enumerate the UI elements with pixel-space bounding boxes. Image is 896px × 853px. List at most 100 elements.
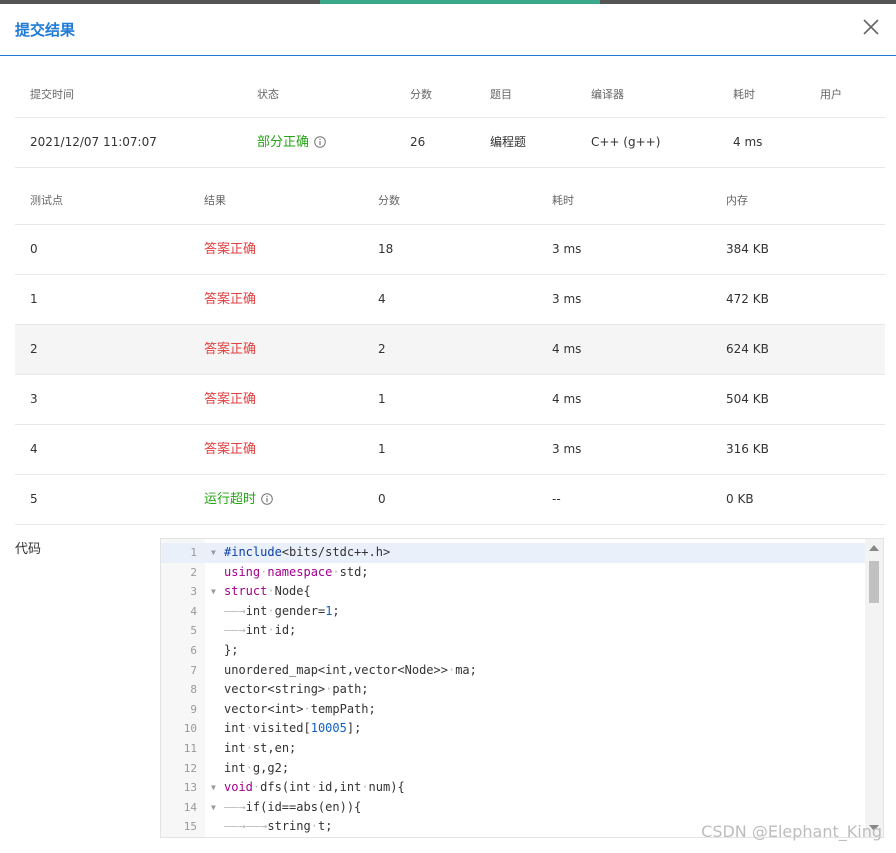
- test-score: 0: [378, 492, 386, 506]
- code-line: 13 ▼ void·dfs(int·id,int·num){: [161, 778, 865, 798]
- code-editor[interactable]: 1 ▼ #include<bits/stdc++.h> 2 using·namespac…: [160, 538, 884, 838]
- code-line: 3 ▼ struct·Node{: [161, 582, 865, 602]
- code-text: };: [224, 642, 239, 657]
- test-memory: 472 KB: [726, 292, 769, 306]
- line-number: 11: [183, 741, 197, 755]
- test-id: 1: [30, 292, 38, 306]
- fold-arrow-icon[interactable]: ▼: [211, 582, 216, 602]
- line-number: 10: [183, 722, 197, 736]
- test-result-timeout[interactable]: 运行超时: [204, 475, 273, 524]
- test-memory: 316 KB: [726, 442, 769, 456]
- line-number: 5: [190, 624, 197, 638]
- line-number: 14: [183, 800, 197, 814]
- line-number: 1: [190, 546, 197, 559]
- editor-scrollbar[interactable]: [865, 539, 883, 837]
- header-result: 结果: [204, 194, 226, 207]
- test-id: 5: [30, 492, 38, 506]
- close-icon[interactable]: [862, 18, 880, 36]
- test-time: 3 ms: [552, 442, 582, 456]
- summary-table: 提交时间 状态 分数 题目 编译器 耗时 用户 2021/12/07 11:07…: [15, 70, 885, 168]
- test-id: 4: [30, 442, 38, 456]
- test-row: 5 运行超时 0 -- 0 KB: [15, 475, 885, 525]
- code-lines: 1 ▼ #include<bits/stdc++.h> 2 using·namespac…: [161, 543, 865, 837]
- status-partial[interactable]: 部分正确: [257, 118, 326, 167]
- header-test-time: 耗时: [552, 194, 574, 207]
- test-memory: 624 KB: [726, 342, 769, 356]
- test-result: 运行超时: [204, 492, 257, 507]
- fold-arrow-icon[interactable]: ▼: [211, 543, 216, 563]
- code-line: 8 vector<string>·path;: [161, 680, 865, 700]
- test-time: 4 ms: [552, 342, 582, 356]
- header-memory: 内存: [726, 194, 748, 207]
- summary-header-row: 提交时间 状态 分数 题目 编译器 耗时 用户: [15, 70, 885, 118]
- code-line: 9 vector<int>·tempPath;: [161, 700, 865, 720]
- line-number: 9: [190, 702, 197, 716]
- header-test-score: 分数: [378, 194, 400, 207]
- header-user: 用户: [820, 88, 842, 101]
- summary-duration: 4 ms: [733, 135, 763, 149]
- code-line: 5 ——→int·id;: [161, 621, 865, 641]
- code-text: void·dfs(int·id,int·num){: [224, 780, 405, 795]
- test-time: 4 ms: [552, 392, 582, 406]
- code-text: unordered_map<int,vector<Node>>·ma;: [224, 662, 477, 677]
- header-score: 分数: [410, 88, 432, 101]
- line-number: 13: [183, 781, 197, 795]
- header-problem: 题目: [490, 88, 512, 101]
- test-id: 0: [30, 242, 38, 256]
- test-row: 3 答案正确 1 4 ms 504 KB: [15, 375, 885, 425]
- test-row: 1 答案正确 4 3 ms 472 KB: [15, 275, 885, 325]
- summary-problem[interactable]: 编程题: [490, 118, 526, 167]
- test-score: 1: [378, 442, 386, 456]
- scrollbar-thumb[interactable]: [869, 561, 879, 603]
- code-line: 6};: [161, 641, 865, 661]
- test-memory: 384 KB: [726, 242, 769, 256]
- code-text: vector<int>·tempPath;: [224, 701, 376, 716]
- code-text: struct·Node{: [224, 584, 311, 599]
- header-status: 状态: [257, 88, 279, 101]
- line-number: 6: [190, 643, 197, 657]
- code-line: 11 int·st,en;: [161, 739, 865, 759]
- info-icon[interactable]: [261, 493, 273, 505]
- line-number: 7: [190, 663, 197, 677]
- test-score: 1: [378, 392, 386, 406]
- code-text: ——→if(id==abs(en)){: [224, 799, 362, 814]
- code-text: vector<string>·path;: [224, 682, 369, 697]
- code-text: ——→——→string·t;: [224, 819, 333, 834]
- test-memory: 504 KB: [726, 392, 769, 406]
- code-line: 10 int·visited[10005];: [161, 719, 865, 739]
- info-icon[interactable]: [314, 136, 326, 148]
- test-result: 答案正确: [204, 392, 257, 407]
- scroll-up-icon[interactable]: [869, 545, 879, 551]
- fold-arrow-icon[interactable]: ▼: [211, 798, 216, 818]
- test-score: 18: [378, 242, 394, 256]
- header-duration: 耗时: [733, 88, 755, 101]
- code-line: 7 unordered_map<int,vector<Node>>·ma;: [161, 661, 865, 681]
- header-test-id: 测试点: [30, 194, 63, 207]
- code-text: ——→int·id;: [224, 623, 297, 638]
- code-text: int·st,en;: [224, 740, 297, 755]
- test-result: 答案正确: [204, 292, 257, 307]
- dialog-header: 提交结果: [0, 4, 896, 56]
- fold-arrow-icon[interactable]: ▼: [211, 778, 216, 798]
- dialog-title: 提交结果: [15, 21, 76, 39]
- test-row: 4 答案正确 1 3 ms 316 KB: [15, 425, 885, 475]
- header-submit-time: 提交时间: [30, 88, 74, 101]
- test-row: 2 答案正确 2 4 ms 624 KB: [15, 325, 885, 375]
- code-text: int·visited[10005];: [224, 721, 362, 736]
- test-memory: 0 KB: [726, 492, 754, 506]
- submit-time: 2021/12/07 11:07:07: [30, 135, 157, 149]
- test-result: 答案正确: [204, 342, 257, 357]
- summary-compiler: C++ (g++): [591, 135, 661, 149]
- code-label: 代码: [15, 542, 42, 557]
- test-time: 3 ms: [552, 292, 582, 306]
- test-id: 3: [30, 392, 38, 406]
- test-row: 0 答案正确 18 3 ms 384 KB: [15, 225, 885, 275]
- watermark: CSDN @Elephant_King: [701, 822, 882, 841]
- line-number: 8: [190, 683, 197, 697]
- test-time: 3 ms: [552, 242, 582, 256]
- code-line: 1 ▼ #include<bits/stdc++.h>: [161, 543, 865, 563]
- code-line: 12 int·g,g2;: [161, 759, 865, 779]
- test-time: --: [552, 492, 561, 506]
- test-table: 测试点 结果 分数 耗时 内存 0 答案正确 18 3 ms 384 KB 1 …: [15, 176, 885, 525]
- code-text: ——→int·gender=1;: [224, 603, 340, 618]
